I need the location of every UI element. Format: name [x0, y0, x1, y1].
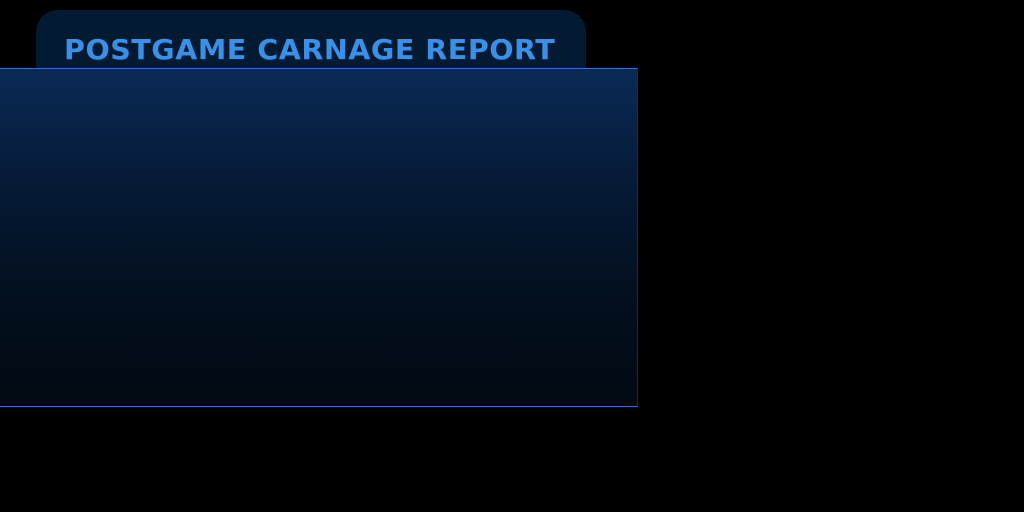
report-panel: [0, 68, 638, 407]
title-tab: POSTGAME CARNAGE REPORT: [36, 10, 586, 76]
screen-title: POSTGAME CARNAGE REPORT: [64, 33, 556, 66]
